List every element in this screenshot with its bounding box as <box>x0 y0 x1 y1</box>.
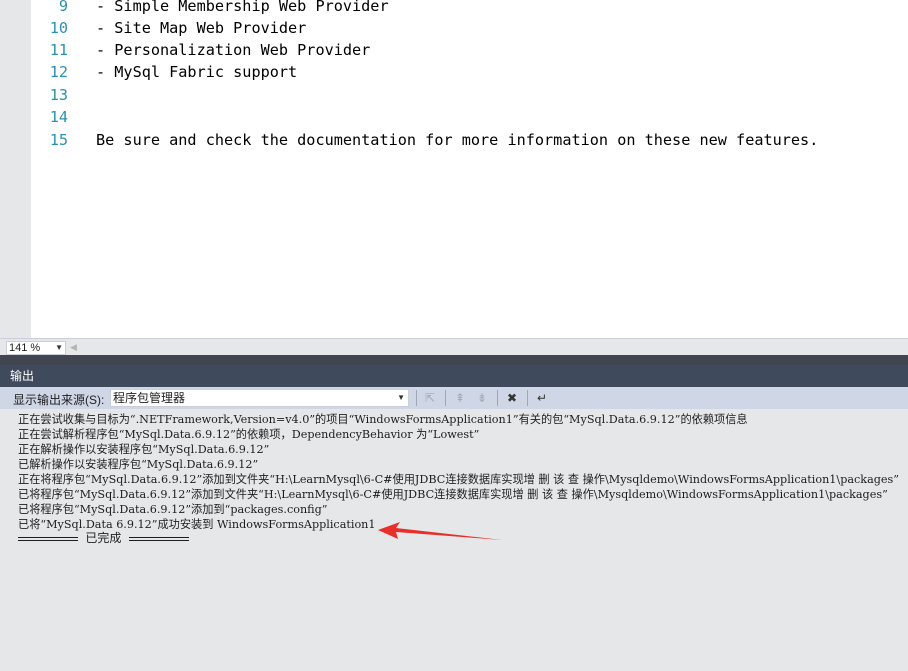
line-text: Be sure and check the documentation for … <box>96 131 819 149</box>
line-number: 14 <box>49 108 68 126</box>
output-done-line: 已完成 <box>18 531 189 546</box>
output-line: 正在将程序包“MySql.Data.6.9.12”添加到文件夹“H:\Learn… <box>18 473 899 486</box>
output-line: 正在尝试解析程序包“MySql.Data.6.9.12”的依赖项，Depende… <box>18 428 480 441</box>
word-wrap-icon[interactable]: ↵ <box>533 389 551 407</box>
annotation-arrow-icon <box>378 522 502 540</box>
zoom-value: 141 % <box>9 342 41 354</box>
chevron-down-icon: ▼ <box>397 393 405 402</box>
output-line: 已解析操作以安装程序包“MySql.Data.6.9.12” <box>18 458 259 471</box>
line-number: 15 <box>49 131 68 149</box>
output-line: 正在解析操作以安装程序包“MySql.Data.6.9.12” <box>18 443 270 456</box>
clear-all-icon[interactable]: ✖ <box>503 389 521 407</box>
output-toolbar: 显示输出来源(S): 程序包管理器 ▼ ⇱ ⇞ ⇟ ✖ ↵ <box>0 387 908 409</box>
output-line: 正在尝试收集与目标为“.NETFramework,Version=v4.0”的项… <box>18 413 748 426</box>
output-panel-title: 输出 <box>0 365 908 387</box>
output-source-select[interactable]: 程序包管理器 ▼ <box>110 389 409 407</box>
double-rule <box>18 536 78 541</box>
output-source-value: 程序包管理器 <box>113 391 186 405</box>
chevron-down-icon: ▼ <box>55 343 63 352</box>
previous-message-icon[interactable]: ⇞ <box>451 389 469 407</box>
line-text: - MySql Fabric support <box>96 63 298 81</box>
editor-status-bar: 141 % ▼ ◀ <box>0 338 908 355</box>
next-message-icon[interactable]: ⇟ <box>473 389 491 407</box>
toolbar-separator <box>527 390 528 406</box>
output-line: 已将“MySql.Data 6.9.12”成功安装到 WindowsFormsA… <box>18 518 376 531</box>
line-text: - Personalization Web Provider <box>96 41 371 59</box>
zoom-dropdown[interactable]: 141 % ▼ <box>6 341 66 355</box>
toolbar-separator <box>416 390 417 406</box>
toolbar-separator <box>497 390 498 406</box>
line-number: 11 <box>49 41 68 59</box>
toolbar-separator <box>445 390 446 406</box>
line-number: 13 <box>49 86 68 104</box>
output-line: 已将程序包“MySql.Data.6.9.12”添加到文件夹“H:\LearnM… <box>18 488 888 501</box>
go-to-error-icon[interactable]: ⇱ <box>421 389 439 407</box>
line-number: 9 <box>58 0 68 15</box>
line-number: 10 <box>49 19 68 37</box>
output-source-label: 显示输出来源(S): <box>13 393 105 407</box>
double-rule <box>128 536 189 541</box>
vs-window: 9 - Simple Membership Web Provider 10 - Si… <box>0 0 908 671</box>
done-text: 已完成 <box>85 531 122 545</box>
output-title-text: 输出 <box>10 369 35 383</box>
panel-splitter[interactable] <box>0 355 908 365</box>
line-number: 12 <box>49 63 68 81</box>
line-text: - Site Map Web Provider <box>96 19 307 37</box>
output-line: 已将程序包“MySql.Data.6.9.12”添加到“packages.con… <box>18 503 328 516</box>
scroll-left-icon[interactable]: ◀ <box>70 342 77 353</box>
annotation-arrow-shape <box>378 522 502 540</box>
line-text: - Simple Membership Web Provider <box>96 0 389 15</box>
